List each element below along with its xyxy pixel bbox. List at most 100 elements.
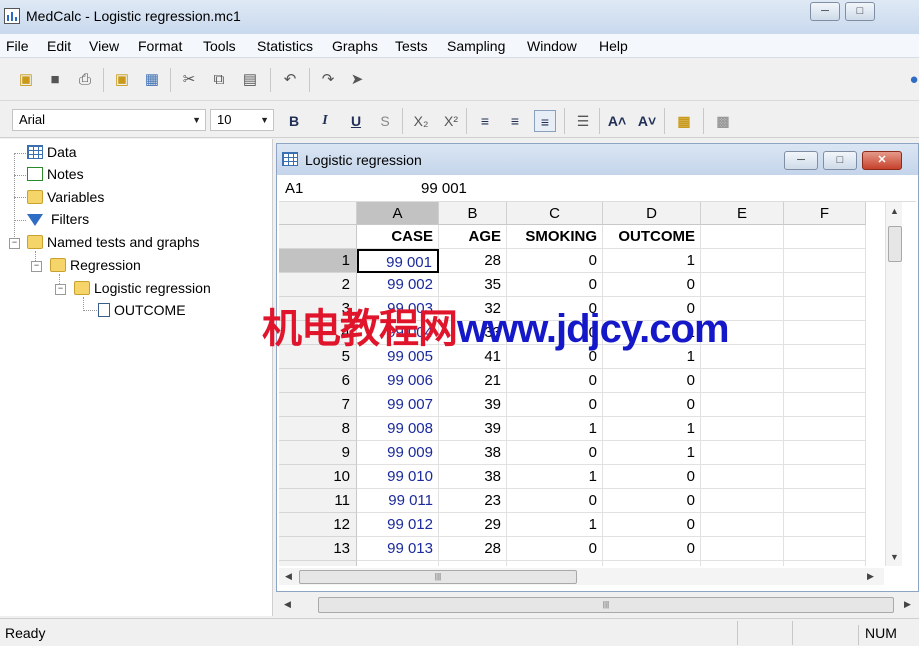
row-header[interactable] <box>279 225 357 249</box>
row-header[interactable]: 10 <box>279 465 357 489</box>
row-header[interactable]: 8 <box>279 417 357 441</box>
save-icon[interactable]: ■ <box>45 70 65 90</box>
case-cell[interactable]: 99 001 <box>357 249 439 273</box>
cell-content-field[interactable]: 99 001 <box>421 180 467 197</box>
row-header[interactable]: 13 <box>279 537 357 561</box>
menu-tools[interactable]: Tools <box>203 38 236 54</box>
table-cell[interactable]: 0 <box>507 561 603 566</box>
chart-icon[interactable]: ▩ <box>712 110 734 132</box>
header-cell[interactable]: CASE <box>357 225 439 249</box>
case-cell[interactable]: 99 011 <box>357 489 439 513</box>
table-cell[interactable]: 23 <box>439 489 507 513</box>
case-cell[interactable]: 99 009 <box>357 441 439 465</box>
collapse-toggle[interactable]: − <box>55 284 66 295</box>
workspace-scroll-thumb[interactable]: ||| <box>318 597 894 613</box>
scroll-right-icon[interactable]: ▶ <box>904 599 911 610</box>
open-icon[interactable]: ▣ <box>16 70 36 90</box>
align-center-icon[interactable]: ≡ <box>504 110 526 132</box>
case-cell[interactable]: 99 012 <box>357 513 439 537</box>
column-header-e[interactable]: E <box>701 202 784 225</box>
workspace-horizontal-scrollbar[interactable]: ◀ ||| ▶ <box>276 594 919 614</box>
table-cell[interactable] <box>701 369 784 393</box>
table-cell[interactable] <box>784 441 866 465</box>
bullet-list-icon[interactable]: ☰ <box>572 110 594 132</box>
header-cell[interactable]: OUTCOME <box>603 225 701 249</box>
row-header[interactable]: 9 <box>279 441 357 465</box>
scroll-right-icon[interactable]: ▶ <box>867 571 874 582</box>
table-cell[interactable] <box>701 537 784 561</box>
tree-item-regression[interactable]: Regression <box>50 257 141 273</box>
strikethrough-button[interactable]: S <box>374 110 396 132</box>
scroll-up-icon[interactable]: ▲ <box>890 206 899 216</box>
italic-button[interactable]: I <box>314 110 336 132</box>
row-header[interactable]: 14 <box>279 561 357 566</box>
menu-window[interactable]: Window <box>527 38 577 54</box>
copy-icon[interactable]: ⧉ <box>209 70 229 90</box>
table-cell[interactable]: 0 <box>507 441 603 465</box>
table-cell[interactable]: 28 <box>439 537 507 561</box>
table-cell[interactable]: 0 <box>603 537 701 561</box>
table-cell[interactable]: 0 <box>603 465 701 489</box>
collapse-toggle[interactable]: − <box>9 238 20 249</box>
header-cell[interactable]: SMOKING <box>507 225 603 249</box>
paste-icon[interactable]: ▤ <box>240 70 260 90</box>
help-icon[interactable]: ● <box>904 70 919 90</box>
row-header[interactable]: 12 <box>279 513 357 537</box>
table-cell[interactable] <box>784 513 866 537</box>
header-cell[interactable] <box>784 225 866 249</box>
undo-icon[interactable]: ↶ <box>280 70 300 90</box>
cut-icon[interactable]: ✂ <box>179 70 199 90</box>
table-cell[interactable]: 0 <box>603 489 701 513</box>
table-cell[interactable]: 1 <box>603 417 701 441</box>
table-cell[interactable] <box>701 489 784 513</box>
menu-file[interactable]: File <box>6 38 29 54</box>
vertical-scrollbar[interactable]: ▲ ▼ <box>885 202 902 566</box>
case-cell[interactable]: 99 002 <box>357 273 439 297</box>
case-cell[interactable]: 99 006 <box>357 369 439 393</box>
horizontal-scrollbar[interactable]: ◀ ||| ▶ <box>279 568 884 585</box>
menu-graphs[interactable]: Graphs <box>332 38 378 54</box>
row-header[interactable]: 7 <box>279 393 357 417</box>
cell-properties-icon[interactable]: ▦ <box>673 110 695 132</box>
table-cell[interactable]: 1 <box>603 441 701 465</box>
table-cell[interactable] <box>784 369 866 393</box>
row-header[interactable]: 2 <box>279 273 357 297</box>
goto-icon[interactable]: ➤ <box>347 70 367 90</box>
minimize-button[interactable]: ─ <box>810 2 840 21</box>
maximize-button[interactable]: □ <box>845 2 875 21</box>
table-cell[interactable]: 0 <box>603 513 701 537</box>
align-right-icon[interactable]: ≡ <box>534 110 556 132</box>
decrease-font-icon[interactable]: A˅ <box>636 110 658 132</box>
subscript-icon[interactable]: X₂ <box>410 110 432 132</box>
menu-help[interactable]: Help <box>599 38 628 54</box>
table-cell[interactable]: 0 <box>603 369 701 393</box>
menu-view[interactable]: View <box>89 38 119 54</box>
table-cell[interactable] <box>701 465 784 489</box>
case-cell[interactable]: 99 014 <box>357 561 439 566</box>
table-cell[interactable]: 1 <box>507 417 603 441</box>
tree-item-notes[interactable]: Notes <box>27 166 84 182</box>
case-cell[interactable]: 99 013 <box>357 537 439 561</box>
table-cell[interactable]: 29 <box>439 513 507 537</box>
cell-name-box[interactable]: A1 <box>285 180 303 197</box>
table-cell[interactable] <box>784 321 866 345</box>
table-cell[interactable] <box>784 273 866 297</box>
table-cell[interactable]: 1 <box>507 465 603 489</box>
inner-minimize-button[interactable]: ─ <box>784 151 818 170</box>
table-cell[interactable]: 1 <box>603 249 701 273</box>
tree-item-variables[interactable]: Variables <box>27 189 104 205</box>
table-cell[interactable] <box>701 417 784 441</box>
table-cell[interactable]: 0 <box>603 273 701 297</box>
spreadsheet-icon[interactable]: ▦ <box>142 70 162 90</box>
column-header-c[interactable]: C <box>507 202 603 225</box>
table-cell[interactable]: 0 <box>507 273 603 297</box>
open-folder-icon[interactable]: ▣ <box>112 70 132 90</box>
table-cell[interactable]: 0 <box>507 393 603 417</box>
table-cell[interactable]: 35 <box>439 273 507 297</box>
vertical-scroll-thumb[interactable] <box>888 226 902 262</box>
table-cell[interactable] <box>701 273 784 297</box>
table-cell[interactable] <box>784 561 866 566</box>
tree-item-logistic-regression[interactable]: Logistic regression <box>74 280 211 296</box>
table-cell[interactable]: 0 <box>603 561 701 566</box>
table-cell[interactable]: 0 <box>603 393 701 417</box>
